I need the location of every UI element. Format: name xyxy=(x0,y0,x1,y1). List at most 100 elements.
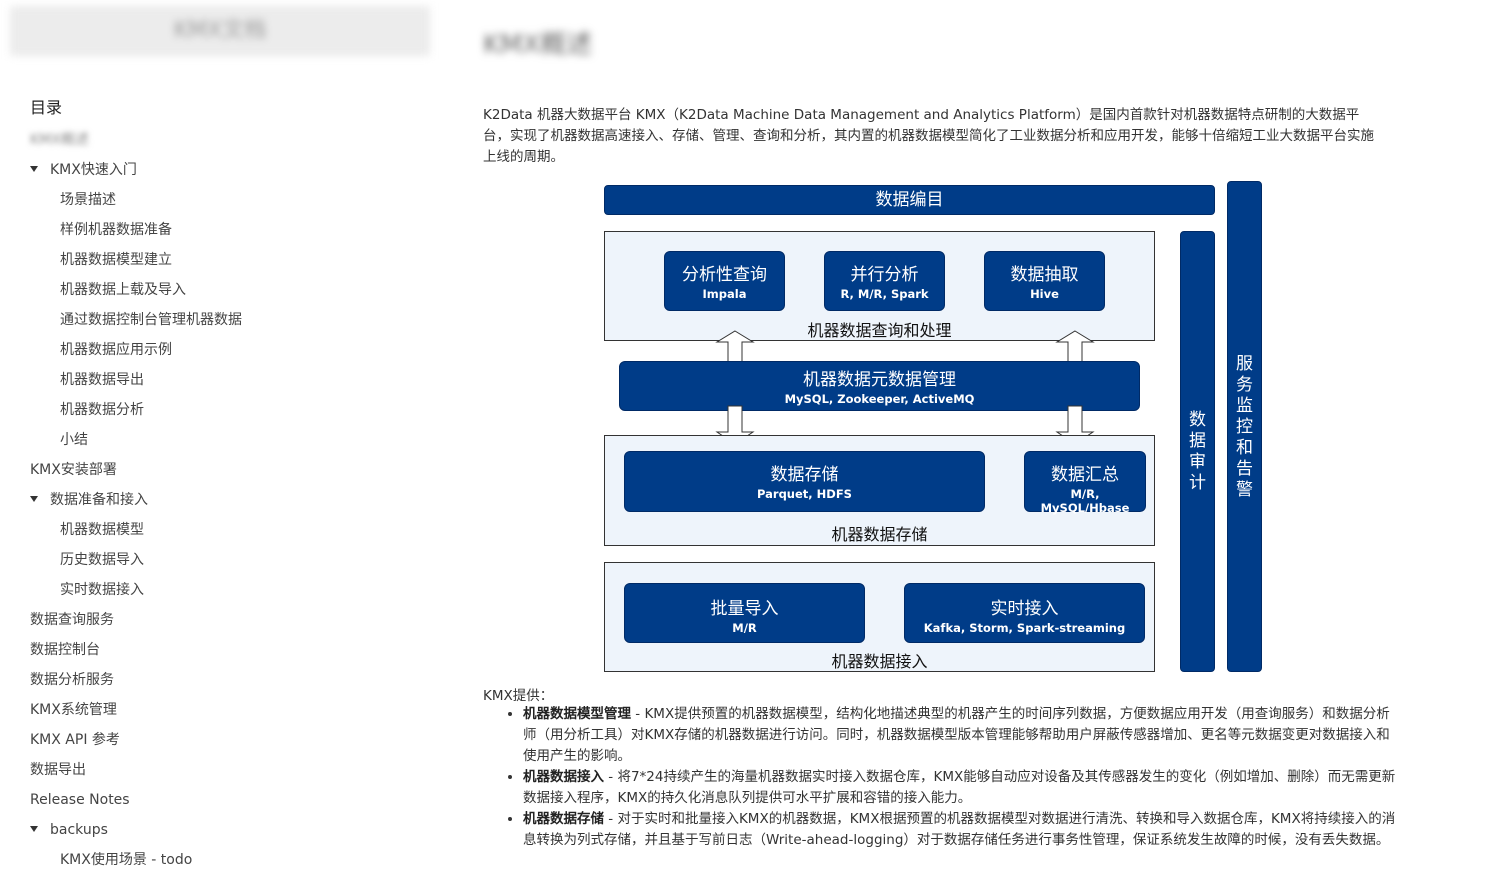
toc-item[interactable]: 小结 xyxy=(60,430,88,450)
toc-item[interactable]: 机器数据上载及导入 xyxy=(60,280,186,300)
toc-item-label: KMX API 参考 xyxy=(30,732,120,748)
toc-item[interactable]: 机器数据应用示例 xyxy=(60,340,172,360)
data-summary-box: 数据汇总 M/R, MySQL/Hbase xyxy=(1024,451,1146,515)
data-storage-box: 数据存储 Parquet, HDFS xyxy=(624,451,985,512)
caret-down-icon[interactable] xyxy=(30,496,38,502)
feature-title: 机器数据模型管理 xyxy=(523,706,631,722)
toc-item-label: KMX概述 xyxy=(30,132,89,148)
feature-text: - 将7*24持续产生的海量机器数据实时接入数据仓库，KMX能够自动应对设备及其… xyxy=(523,769,1396,806)
toc-item-label: KMX安装部署 xyxy=(30,462,117,478)
analytic-query-box: 分析性查询 Impala xyxy=(664,251,785,311)
query-panel: 分析性查询 Impala 并行分析 R, M/R, Spark 数据抽取 Hiv… xyxy=(604,231,1155,341)
toc-item[interactable]: KMX概述 xyxy=(30,130,89,150)
toc-item[interactable]: KMX快速入门 xyxy=(30,160,137,180)
toc-item-label: 实时数据接入 xyxy=(60,582,144,598)
feature-item: 机器数据模型管理 - KMX提供预置的机器数据模型，结构化地描述典型的机器产生的… xyxy=(523,704,1403,767)
toc-item-label: 机器数据应用示例 xyxy=(60,342,172,358)
toc-item-label: KMX快速入门 xyxy=(50,162,137,178)
toc-item[interactable]: KMX API 参考 xyxy=(30,730,120,750)
toc-item[interactable]: 机器数据模型建立 xyxy=(60,250,172,270)
feature-title: 机器数据接入 xyxy=(523,769,604,785)
parallel-analysis-title: 并行分析 xyxy=(850,265,919,285)
toc-item[interactable]: backups xyxy=(30,820,108,840)
toc-item[interactable]: 通过数据控制台管理机器数据 xyxy=(60,310,242,330)
data-extract-box: 数据抽取 Hive xyxy=(984,251,1105,311)
toc-item[interactable]: 数据控制台 xyxy=(30,640,100,660)
toc-item-label: 机器数据上载及导入 xyxy=(60,282,186,298)
monitoring-label: 服务监控和告警 xyxy=(1236,354,1253,500)
ingest-panel: 批量导入 M/R 实时接入 Kafka, Storm, Spark-stream… xyxy=(604,562,1155,672)
analytic-query-title: 分析性查询 xyxy=(682,265,767,285)
toc-item[interactable]: 数据准备和接入 xyxy=(30,490,148,510)
monitoring-bar: 服务监控和告警 xyxy=(1227,181,1262,672)
toc-item[interactable]: KMX系统管理 xyxy=(30,700,117,720)
toc-item[interactable]: 历史数据导入 xyxy=(60,550,144,570)
toc-item-label: KMX系统管理 xyxy=(30,702,117,718)
batch-import-sub: M/R xyxy=(732,621,757,635)
catalog-label: 数据编目 xyxy=(875,190,944,210)
ingest-panel-label: 机器数据接入 xyxy=(831,652,928,671)
feature-title: 机器数据存储 xyxy=(523,811,604,827)
toc-heading: 目录 xyxy=(30,98,63,117)
data-storage-sub: Parquet, HDFS xyxy=(757,487,852,501)
toc-item[interactable]: 场景描述 xyxy=(60,190,116,210)
provides-label: KMX提供： xyxy=(483,688,554,704)
intro-paragraph: K2Data 机器大数据平台 KMX（K2Data Machine Data M… xyxy=(483,107,1374,165)
data-summary-title: 数据汇总 xyxy=(1051,465,1119,485)
feature-list: 机器数据模型管理 - KMX提供预置的机器数据模型，结构化地描述典型的机器产生的… xyxy=(503,704,1403,851)
audit-label: 数据审计 xyxy=(1189,410,1206,493)
audit-bar: 数据审计 xyxy=(1180,231,1215,672)
toc-item-label: 数据控制台 xyxy=(30,642,100,658)
toc-item[interactable]: 数据分析服务 xyxy=(30,670,114,690)
toc-item[interactable]: 数据导出 xyxy=(30,760,86,780)
batch-import-title: 批量导入 xyxy=(710,599,779,619)
feature-item: 机器数据接入 - 将7*24持续产生的海量机器数据实时接入数据仓库，KMX能够自… xyxy=(523,767,1403,809)
toc-item-label: Release Notes xyxy=(30,792,130,808)
toc-item[interactable]: 实时数据接入 xyxy=(60,580,144,600)
page-title: KMX概述 xyxy=(483,30,593,60)
realtime-ingest-title: 实时接入 xyxy=(990,599,1059,619)
toc-item-label: 机器数据模型建立 xyxy=(60,252,172,268)
realtime-ingest-sub: Kafka, Storm, Spark-streaming xyxy=(923,621,1126,635)
toc-item-label: 样例机器数据准备 xyxy=(60,222,172,238)
parallel-analysis-sub: R, M/R, Spark xyxy=(840,287,929,301)
toc-item[interactable]: 数据查询服务 xyxy=(30,610,114,630)
toc-item[interactable]: 机器数据分析 xyxy=(60,400,144,420)
toc-item-label: 场景描述 xyxy=(60,192,116,208)
batch-import-box: 批量导入 M/R xyxy=(624,583,865,643)
toc-item[interactable]: Release Notes xyxy=(30,790,130,810)
data-storage-title: 数据存储 xyxy=(770,465,839,485)
storage-panel: 数据存储 Parquet, HDFS 数据汇总 M/R, MySQL/Hbase… xyxy=(604,435,1155,546)
toc-item-label: 通过数据控制台管理机器数据 xyxy=(60,312,242,328)
storage-panel-label: 机器数据存储 xyxy=(831,525,928,544)
toc-item-label: 历史数据导入 xyxy=(60,552,144,568)
toc-item-label: 数据导出 xyxy=(30,762,86,778)
toc-item-label: 数据准备和接入 xyxy=(50,492,148,508)
toc-item[interactable]: 机器数据模型 xyxy=(60,520,144,540)
toc-item[interactable]: 机器数据导出 xyxy=(60,370,144,390)
toc-item[interactable]: 样例机器数据准备 xyxy=(60,220,172,240)
feature-text: - 对于实时和批量接入KMX的机器数据，KMX根据预置的机器数据模型对数据进行清… xyxy=(523,811,1396,848)
caret-down-icon[interactable] xyxy=(30,166,38,172)
sidebar: KMX文档 目录 KMX概述 KMX快速入门场景描述样例机器数据准备 机器数据模型建… xyxy=(0,0,440,868)
toc-item-label: 机器数据分析 xyxy=(60,402,144,418)
metadata-title: 机器数据元数据管理 xyxy=(803,370,956,390)
toc-item-label: 小结 xyxy=(60,432,88,448)
metadata-box: 机器数据元数据管理 MySQL, Zookeeper, ActiveMQ xyxy=(619,361,1140,411)
toc-item[interactable]: KMX使用场景 - todo xyxy=(60,850,192,870)
toc-item-label: 数据查询服务 xyxy=(30,612,114,628)
metadata-sub: MySQL, Zookeeper, ActiveMQ xyxy=(784,392,975,406)
site-title[interactable]: KMX文档 xyxy=(10,6,430,56)
toc-item-label: 机器数据模型 xyxy=(60,522,144,538)
realtime-ingest-box: 实时接入 Kafka, Storm, Spark-streaming xyxy=(904,583,1145,643)
analytic-query-sub: Impala xyxy=(702,287,747,301)
parallel-analysis-box: 并行分析 R, M/R, Spark xyxy=(824,251,945,311)
toc-item-label: KMX使用场景 - todo xyxy=(60,852,193,868)
caret-down-icon[interactable] xyxy=(30,826,38,832)
toc-item-label: 机器数据导出 xyxy=(60,372,144,388)
feature-text: - KMX提供预置的机器数据模型，结构化地描述典型的机器产生的时间序列数据，方便… xyxy=(523,706,1390,764)
main-content: KMX概述 K2Data 机器大数据平台 KMX（K2Data Machine … xyxy=(483,0,1483,857)
feature-item: 机器数据存储 - 对于实时和批量接入KMX的机器数据，KMX根据预置的机器数据模… xyxy=(523,809,1403,851)
toc-item[interactable]: KMX安装部署 xyxy=(30,460,117,480)
data-extract-sub: Hive xyxy=(1030,287,1059,301)
